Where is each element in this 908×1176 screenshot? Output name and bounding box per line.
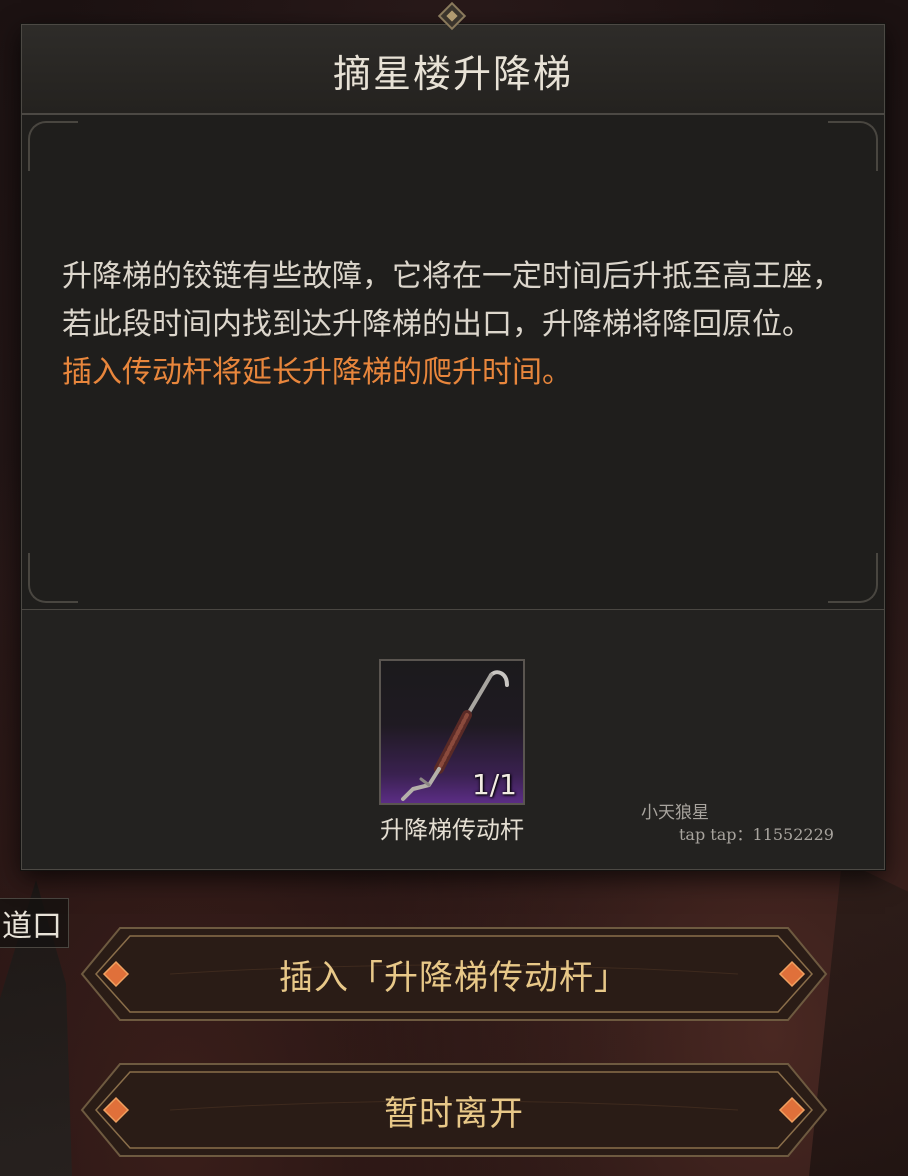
item-count: 1/1 xyxy=(471,768,517,801)
item-name: 升降梯传动杆 xyxy=(380,816,524,844)
item-slot[interactable]: 1/1 xyxy=(379,659,525,805)
corner-ornament xyxy=(28,553,78,603)
insert-rod-button[interactable]: 插入「升降梯传动杆」 xyxy=(80,926,828,1022)
corner-ornament xyxy=(828,553,878,603)
elevator-dialog: 摘星楼升降梯 升降梯的铰链有些故障，它将在一定时间后升抵至高王座，若此段时间内找… xyxy=(21,24,885,870)
watermark-name: 小天狼星 xyxy=(641,803,709,823)
dialog-header: 摘星楼升降梯 xyxy=(22,25,884,115)
leave-button[interactable]: 暂时离开 xyxy=(80,1062,828,1158)
watermark-id: tap tap：11552229 xyxy=(679,825,834,844)
description-panel: 升降梯的铰链有些故障，它将在一定时间后升抵至高王座，若此段时间内找到达升降梯的出… xyxy=(22,115,884,610)
description-highlight: 插入传动杆将延长升降梯的爬升时间。 xyxy=(62,355,572,390)
corner-ornament xyxy=(28,121,78,171)
leave-label: 暂时离开 xyxy=(384,1093,524,1134)
item-panel: 1/1 升降梯传动杆 小天狼星 tap tap：11552229 xyxy=(22,610,884,869)
dialog-title: 摘星楼升降梯 xyxy=(332,51,573,96)
description-text: 升降梯的铰链有些故障，它将在一定时间后升抵至高王座，若此段时间内找到达升降梯的出… xyxy=(62,253,852,397)
insert-rod-label: 插入「升降梯传动杆」 xyxy=(279,957,629,998)
description-body: 升降梯的铰链有些故障，它将在一定时间后升抵至高王座，若此段时间内找到达升降梯的出… xyxy=(62,259,842,342)
watermark: 小天狼星 tap tap：11552229 xyxy=(641,802,834,846)
side-location-label: 道口 xyxy=(0,898,69,948)
corner-ornament xyxy=(828,121,878,171)
